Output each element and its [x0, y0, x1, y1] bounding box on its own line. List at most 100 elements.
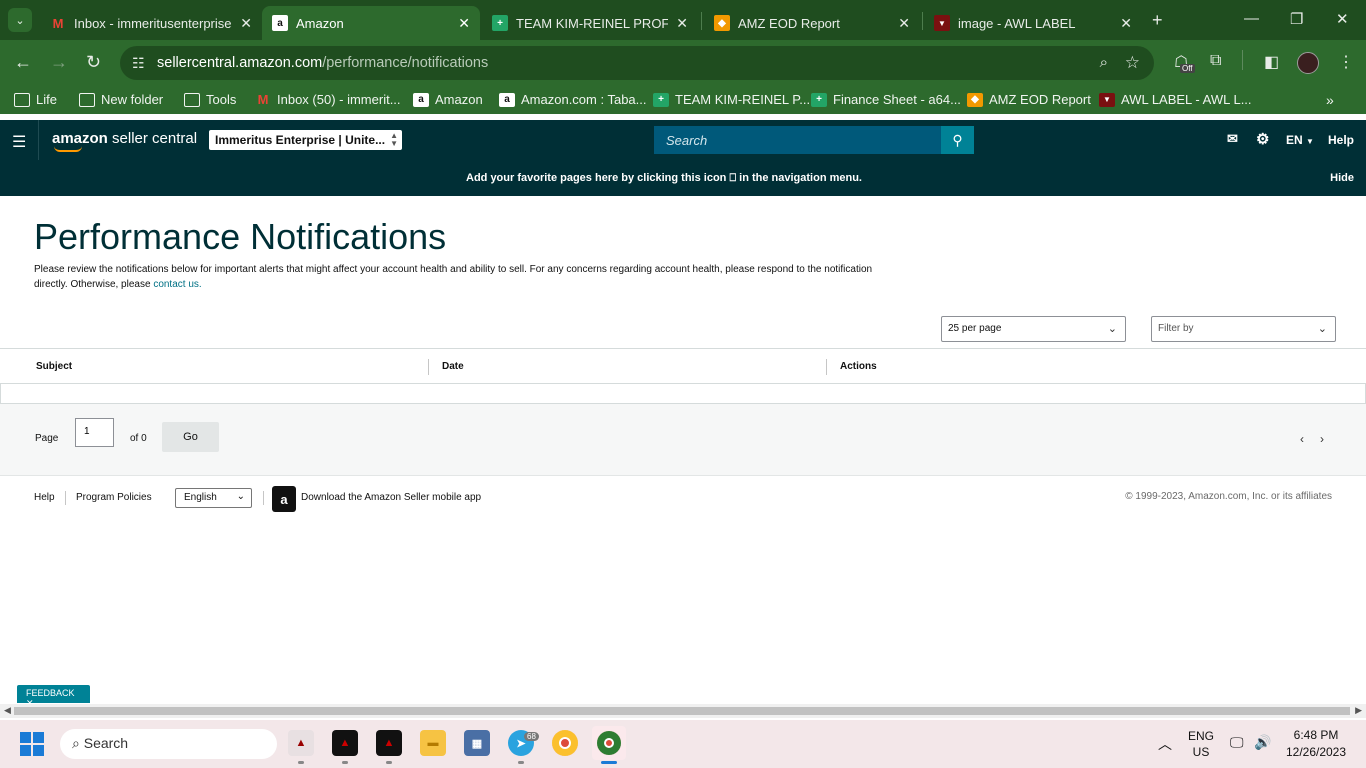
close-icon[interactable]: ✕: [676, 15, 688, 32]
url-text[interactable]: sellercentral.amazon.com/performance/not…: [157, 55, 488, 71]
bookmark-finance-sheet[interactable]: + Finance Sheet - a64...: [811, 92, 961, 107]
chrome-icon[interactable]: [552, 730, 578, 756]
bookmark-awl-label[interactable]: ▼ AWL LABEL - AWL L...: [1099, 92, 1252, 107]
tab-team-kim-reinel[interactable]: + TEAM KIM-REINEL PROFIT S ✕: [482, 6, 698, 40]
caret-down-icon: ▼: [1306, 137, 1314, 146]
gear-icon[interactable]: ⚙: [1256, 130, 1269, 148]
mail-icon[interactable]: ✉: [1227, 131, 1238, 147]
restore-icon[interactable]: ❐: [1290, 10, 1303, 28]
previous-page-icon[interactable]: ‹: [1300, 432, 1304, 446]
download-app-link[interactable]: Download the Amazon Seller mobile app: [301, 492, 481, 503]
tab-amz-eod-report[interactable]: ◆ AMZ EOD Report ✕: [704, 6, 920, 40]
filter-select[interactable]: Filter by ⌄: [1151, 316, 1336, 342]
program-policies-link[interactable]: Program Policies: [76, 492, 152, 503]
search-icon[interactable]: ⚲: [941, 126, 974, 154]
hide-banner-button[interactable]: Hide: [1330, 172, 1354, 184]
scroll-right-icon[interactable]: ▶: [1355, 705, 1362, 716]
scroll-left-icon[interactable]: ◀: [4, 705, 11, 716]
amazon-app-icon[interactable]: a: [272, 486, 296, 512]
amazon-icon: a: [272, 15, 288, 31]
folder-icon: [79, 92, 95, 107]
footer-help-link[interactable]: Help: [34, 492, 55, 503]
address-bar[interactable]: ☷ sellercentral.amazon.com/performance/n…: [120, 46, 1154, 80]
zoom-icon[interactable]: ⌕: [1100, 54, 1108, 71]
side-panel-icon[interactable]: ◧: [1264, 52, 1279, 72]
calculator-icon[interactable]: ▦: [464, 730, 490, 756]
menu-kebab-icon[interactable]: ⋮: [1338, 52, 1354, 72]
running-indicator: [298, 761, 304, 764]
bookmark-team-kim-reinel[interactable]: + TEAM KIM-REINEL P...: [653, 92, 810, 107]
app-awl-icon[interactable]: ▲: [332, 730, 358, 756]
chevron-up-icon[interactable]: ︿: [1158, 734, 1172, 754]
column-date[interactable]: Date: [442, 361, 464, 372]
account-switcher[interactable]: Immeritus Enterprise | Unite... ▲ ▼: [209, 130, 402, 150]
back-arrow-icon[interactable]: ←: [14, 52, 32, 73]
page-number-input[interactable]: 1: [75, 418, 114, 447]
search-input[interactable]: Search: [654, 126, 942, 154]
taskbar-search[interactable]: ⌕ Search: [60, 729, 277, 759]
contact-us-link[interactable]: contact us.: [153, 279, 201, 290]
bookmark-amazon-taba[interactable]: a Amazon.com : Taba...: [499, 92, 647, 107]
clock[interactable]: 6:48 PM 12/26/2023: [1282, 728, 1350, 759]
bookmark-inbox[interactable]: M Inbox (50) - immerit...: [255, 92, 401, 107]
column-subject[interactable]: Subject: [36, 361, 72, 372]
app-awl-icon[interactable]: ▲: [288, 730, 314, 756]
seller-central-logo[interactable]: amazon seller central: [52, 130, 197, 152]
language-selector[interactable]: EN ▼: [1286, 133, 1314, 147]
profile-avatar[interactable]: [1297, 52, 1319, 74]
next-page-icon[interactable]: ›: [1320, 432, 1324, 446]
close-icon[interactable]: ✕: [458, 15, 470, 32]
forward-arrow-icon[interactable]: →: [50, 52, 68, 73]
folder-icon: [184, 92, 200, 107]
extension-off-icon[interactable]: ☖ Off: [1174, 52, 1195, 73]
horizontal-scrollbar[interactable]: ◀ ▶: [0, 704, 1366, 718]
hamburger-menu-icon[interactable]: ☰: [12, 132, 26, 152]
page-count: of 0: [130, 433, 147, 444]
updown-arrows-icon: ▲ ▼: [390, 131, 398, 148]
notifications-table-body: [0, 384, 1366, 404]
go-button[interactable]: Go: [162, 422, 219, 452]
extensions-puzzle-icon[interactable]: ⧉: [1210, 52, 1221, 70]
chrome-active-icon[interactable]: [592, 726, 626, 760]
network-icon[interactable]: 🖵: [1230, 734, 1244, 751]
bookmark-tools[interactable]: Tools: [184, 92, 236, 107]
browser-tab-strip: ⌄ M Inbox - immeritusenterprises ✕ a Ama…: [0, 0, 1366, 40]
chevron-down-icon: ⌄: [1317, 323, 1327, 335]
tab-search-chevron-icon[interactable]: ⌄: [8, 8, 32, 32]
tab-awl-label[interactable]: ▼ image - AWL LABEL ✕: [924, 6, 1142, 40]
bookmark-new-folder[interactable]: New folder: [79, 92, 163, 107]
bookmark-life[interactable]: Life: [14, 92, 57, 107]
bookmark-star-icon[interactable]: ☆: [1125, 53, 1140, 73]
favorites-banner: Add your favorite pages here by clicking…: [0, 160, 1366, 196]
close-icon[interactable]: ✕: [1120, 15, 1132, 32]
scrollbar-thumb[interactable]: [14, 707, 1350, 715]
favorites-message: Add your favorite pages here by clicking…: [466, 172, 862, 184]
tab-amazon[interactable]: a Amazon ✕: [262, 6, 480, 40]
windows-start-icon[interactable]: [20, 732, 44, 756]
file-explorer-icon[interactable]: ▬: [420, 730, 446, 756]
page-title: Performance Notifications: [34, 216, 447, 257]
feedback-button[interactable]: FEEDBACK ✕: [17, 685, 90, 708]
bookmark-amazon[interactable]: a Amazon: [413, 92, 483, 107]
toolbar-divider: [1242, 50, 1243, 70]
gmail-icon: M: [257, 92, 269, 107]
close-icon[interactable]: ✕: [240, 15, 252, 32]
more-bookmarks-chevron-icon[interactable]: »: [1326, 92, 1334, 108]
help-link[interactable]: Help: [1328, 133, 1354, 147]
amazon-icon: a: [499, 92, 515, 107]
reload-icon[interactable]: ↻: [86, 52, 101, 73]
new-tab-plus-icon[interactable]: +: [1152, 10, 1163, 31]
app-awl-icon[interactable]: ▲: [376, 730, 402, 756]
close-icon[interactable]: ✕: [898, 15, 910, 32]
per-page-select[interactable]: 25 per page ⌄: [941, 316, 1126, 342]
footer-language-select[interactable]: English ⌄: [175, 488, 252, 508]
minimize-icon[interactable]: —: [1244, 10, 1259, 27]
bookmark-amz-eod-report[interactable]: ◆ AMZ EOD Report: [967, 92, 1091, 107]
footer-divider: [65, 491, 66, 505]
site-info-icon[interactable]: ☷: [132, 55, 145, 72]
language-indicator[interactable]: ENG US: [1186, 729, 1216, 759]
tab-divider: [701, 12, 702, 30]
tab-gmail[interactable]: M Inbox - immeritusenterprises ✕: [40, 6, 262, 40]
volume-icon[interactable]: 🔊: [1254, 734, 1271, 751]
close-window-icon[interactable]: ✕: [1336, 10, 1349, 28]
